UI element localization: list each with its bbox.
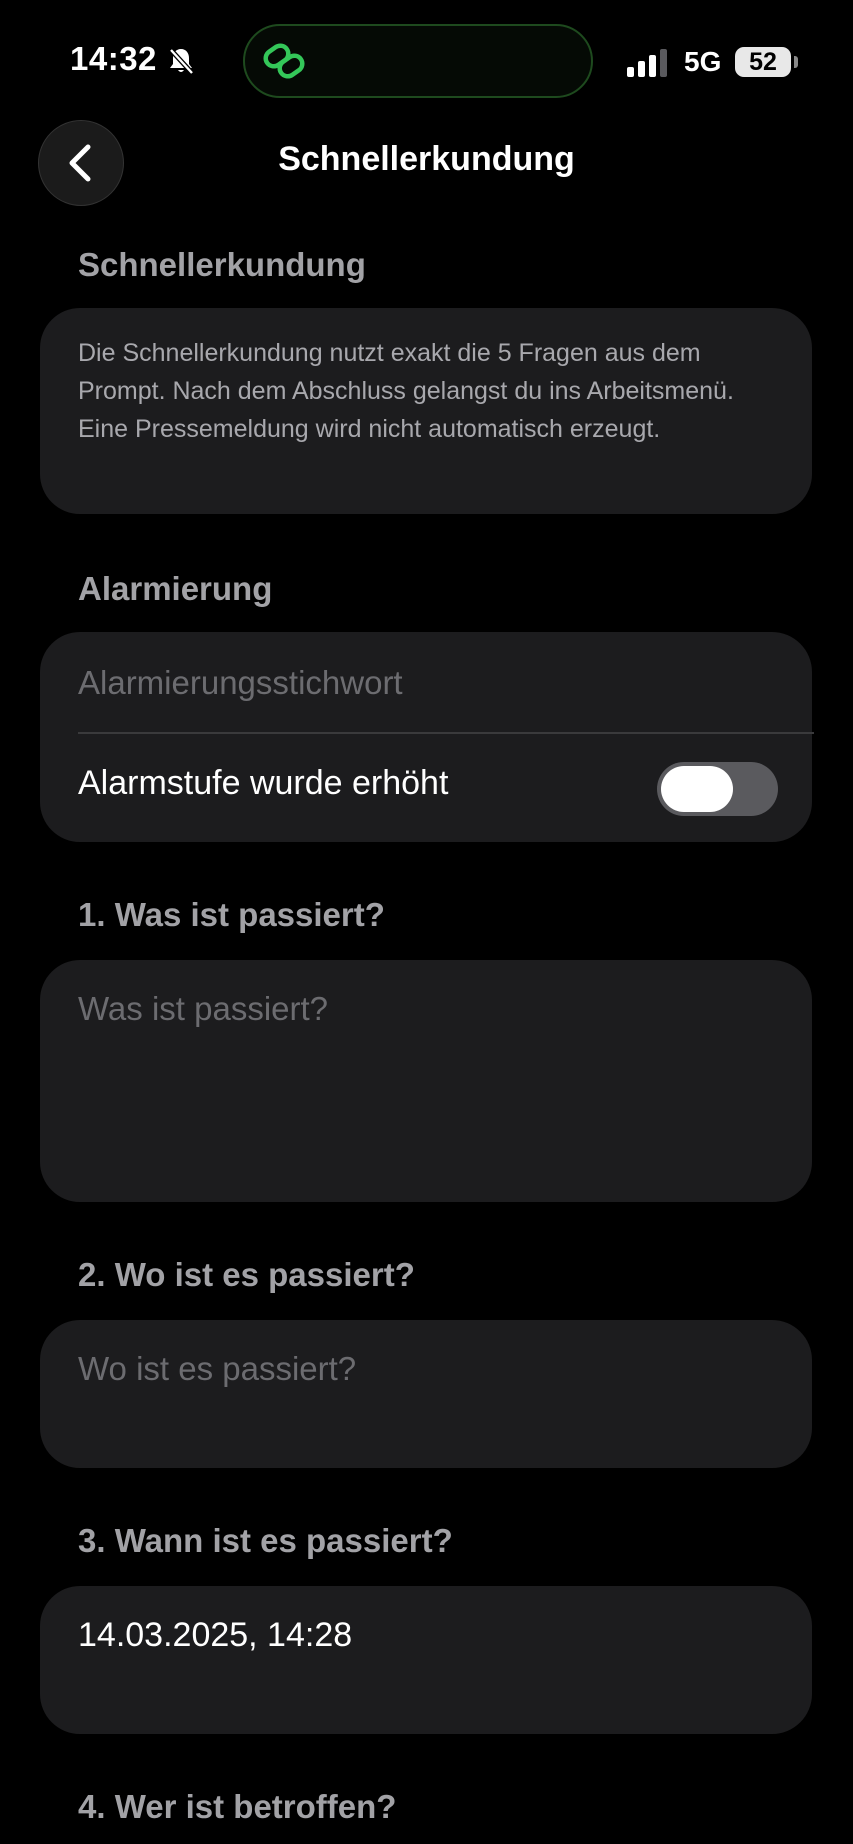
page-title: Schnellerkundung — [278, 140, 575, 178]
alarm-keyword-field[interactable]: Alarmierungsstichwort — [78, 664, 403, 702]
cellular-signal-icon — [627, 49, 671, 77]
section-header-q2: 2. Wo ist es passiert? — [78, 1256, 415, 1293]
back-button[interactable] — [38, 120, 124, 206]
when-happened-value: 14.03.2025, 14:28 — [78, 1616, 353, 1654]
bell-slash-icon — [166, 46, 196, 76]
info-card: Die Schnellerkundung nutzt exakt die 5 F… — [40, 308, 812, 514]
what-happened-placeholder: Was ist passiert? — [78, 990, 329, 1027]
section-header-q3: 3. Wann ist es passiert? — [78, 1522, 453, 1559]
section-header-q4: 4. Wer ist betroffen? — [78, 1788, 397, 1825]
battery-indicator: 52 — [735, 47, 791, 77]
alarm-card: Alarmierungsstichwort Alarmstufe wurde e… — [40, 632, 814, 842]
alarm-level-toggle-label: Alarmstufe wurde erhöht — [78, 764, 449, 802]
where-happened-placeholder: Wo ist es passiert? — [78, 1350, 357, 1387]
battery-cap — [794, 56, 798, 68]
network-type: 5G — [684, 46, 722, 77]
status-bar: 14:32 5G 52 — [0, 0, 853, 120]
section-header-alarm: Alarmierung — [78, 570, 273, 607]
dynamic-island[interactable] — [243, 24, 593, 98]
alarm-level-toggle[interactable] — [657, 762, 778, 816]
where-happened-textarea[interactable]: Wo ist es passiert? — [40, 1320, 812, 1468]
divider — [78, 732, 814, 734]
info-text: Die Schnellerkundung nutzt exakt die 5 F… — [78, 339, 734, 443]
section-header-intro: Schnellerkundung — [78, 246, 366, 283]
status-time: 14:32 — [70, 40, 157, 77]
link-icon — [261, 40, 307, 82]
what-happened-textarea[interactable]: Was ist passiert? — [40, 960, 812, 1202]
section-header-q1: 1. Was ist passiert? — [78, 896, 385, 933]
chevron-left-icon — [69, 144, 91, 182]
when-happened-field[interactable]: 14.03.2025, 14:28 — [40, 1586, 812, 1734]
toggle-knob — [661, 766, 733, 812]
